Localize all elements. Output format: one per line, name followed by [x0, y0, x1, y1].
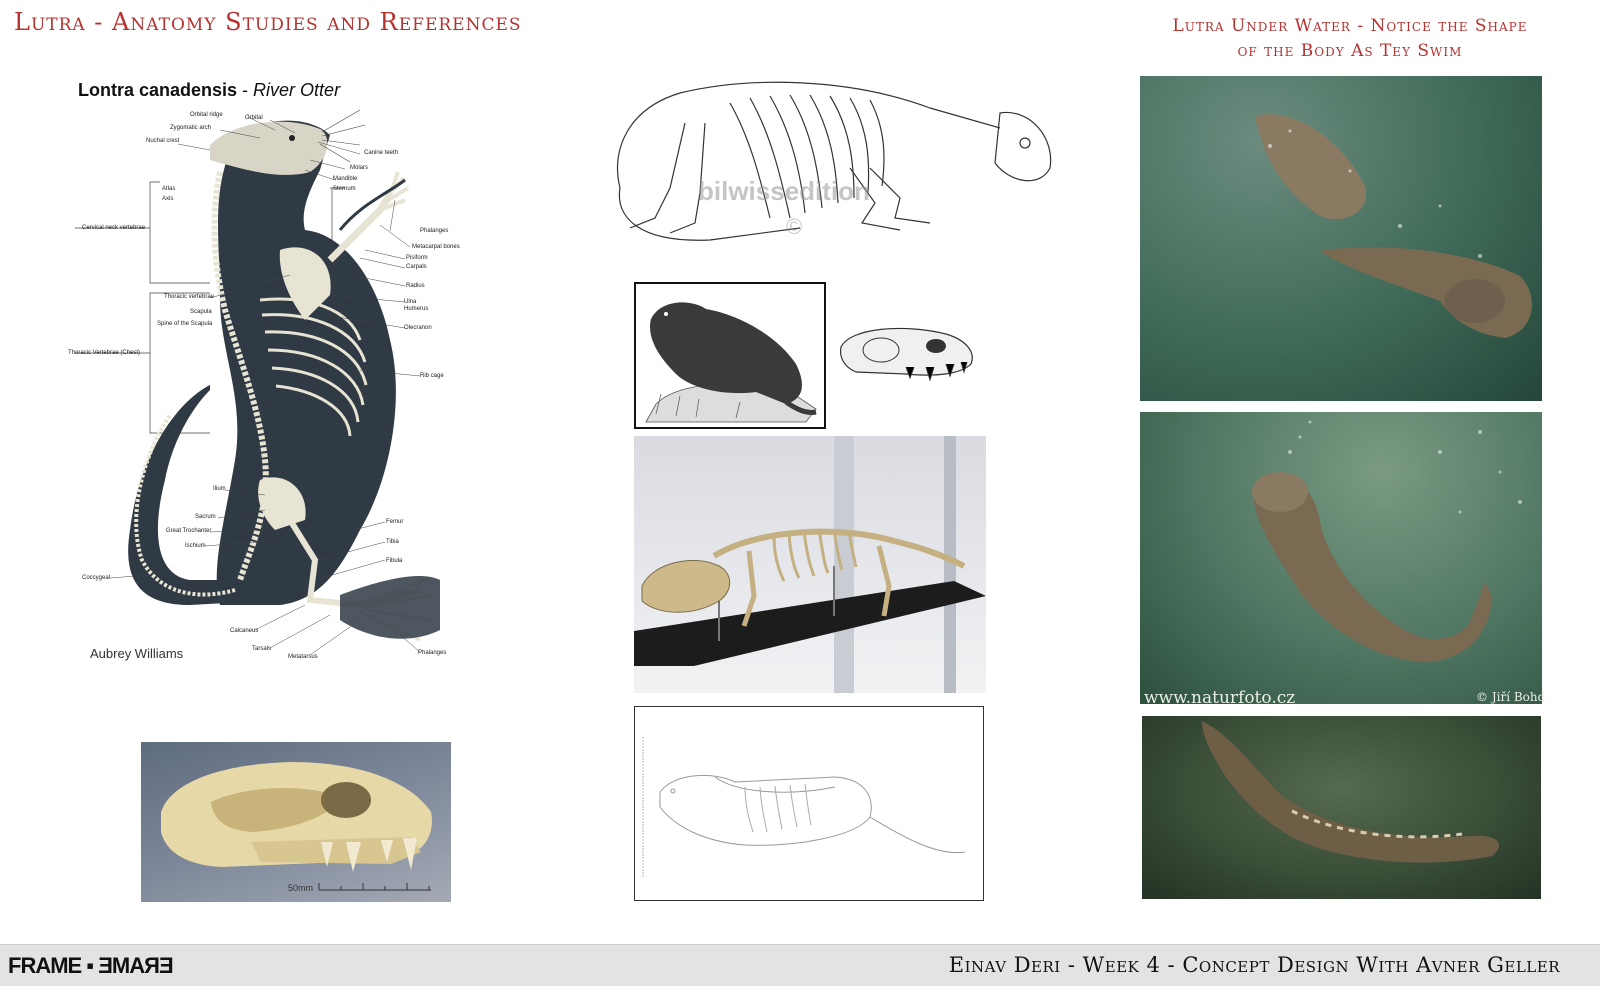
label-orbital: Orbital	[245, 115, 263, 121]
photo-url-watermark: www.naturfoto.cz	[1144, 688, 1296, 708]
label-carpals: Carpals	[406, 264, 427, 270]
label-tarsals: Tarsals	[252, 646, 272, 652]
label-metacarpal: Metacarpal bones	[412, 244, 460, 250]
label-zygomatic-arch: Zygomatic arch	[170, 125, 212, 131]
skeleton-sketch	[600, 68, 1060, 248]
label-olecranon: Olecranon	[404, 325, 432, 331]
otter-engraving	[634, 282, 826, 429]
label-scapula: Scapula	[190, 309, 212, 315]
label-axis: Axis	[162, 196, 174, 202]
watermark-symbol: ©	[786, 214, 803, 239]
frame-logo: FRAME ▪ ƎMAЯƎ	[8, 953, 174, 978]
label-orbital-ridge: Orbital ridge	[190, 112, 223, 118]
label-coccygeal: Coccygeal	[82, 575, 111, 581]
skull-sketch	[836, 322, 978, 384]
underwater-photo-2	[1140, 412, 1542, 704]
scale-label: 50mm	[288, 883, 314, 893]
page-title: Lutra - Anatomy Studies and References	[14, 8, 522, 36]
label-cervical: Cervical neck vertebrae	[82, 225, 146, 231]
label-pisiform: Pisiform	[406, 255, 428, 261]
label-canine-teeth: Canine teeth	[364, 150, 399, 156]
label-radius: Radius	[406, 283, 425, 289]
label-phalanges-top: Phalanges	[420, 228, 449, 234]
watermark-text: bilwissedition	[698, 176, 870, 206]
mounted-skeleton-svg	[634, 436, 986, 693]
label-metatarsus: Metatarsus	[288, 654, 318, 660]
footer-bar: FRAME ▪ ƎMAЯƎ Einav Deri - Week 4 - Conc…	[0, 944, 1600, 986]
otter-outline-sketch	[634, 706, 984, 901]
label-mandible: Mandible	[333, 176, 358, 182]
common-name: River Otter	[253, 80, 341, 100]
skull-sketch-svg	[839, 327, 973, 382]
underwater-photo-1-svg	[1255, 114, 1532, 338]
label-great-trochanter: Great Trochanter	[166, 528, 212, 534]
label-molars: Molars	[350, 165, 369, 171]
label-calcaneus: Calcaneus	[230, 628, 259, 634]
mounted-skeleton-photo	[634, 436, 986, 693]
underwater-caption-line2: of the Body As Tey Swim	[1237, 41, 1463, 61]
otter-anatomy-illustration	[60, 100, 480, 680]
illustration-credit: Aubrey Williams	[90, 646, 184, 661]
underwater-photo-2-svg	[1252, 420, 1522, 662]
underwater-photo-1	[1140, 76, 1542, 401]
label-femur: Femur	[386, 519, 404, 525]
label-ischium: Ischium	[185, 543, 206, 549]
label-sacrum: Sacrum	[195, 514, 216, 520]
label-fibula: Fibula	[386, 558, 403, 564]
anatomy-chart-title: Lontra canadensis - River Otter	[78, 80, 341, 100]
label-thoracic-chest: Thoracic Vertebrae (Chest)	[68, 350, 141, 356]
underwater-photo-3-svg	[1202, 721, 1500, 863]
label-nuchal-crest: Nuchal crest	[146, 138, 180, 144]
underwater-caption-line1: Lutra Under Water - Notice the Shape	[1172, 16, 1528, 36]
label-tibia: Tibia	[386, 539, 399, 545]
photo-copyright: © Jiří Bohd	[1476, 690, 1546, 704]
footer-credit: Einav Deri - Week 4 - Concept Design Wit…	[948, 953, 1560, 977]
label-ulna: Ulna	[404, 299, 417, 305]
label-ilium: Ilium	[213, 486, 226, 492]
otter-engraving-svg	[645, 302, 817, 423]
label-humerus: Humerus	[404, 306, 429, 312]
label-atlas: Atlas	[162, 186, 176, 192]
otter-skull-photo	[141, 742, 451, 902]
label-thoracic-vertebrae: Thoracic vertebrae	[164, 294, 215, 300]
underwater-photo-3	[1142, 716, 1541, 899]
skull-photo-svg	[161, 762, 432, 891]
underwater-caption: Lutra Under Water - Notice the Shape of …	[1140, 14, 1560, 64]
label-sternum: Sternum	[333, 186, 356, 192]
skeleton-sketch-svg	[616, 81, 1052, 241]
label-spine-scapula: Spine of the Scapula	[157, 321, 213, 327]
otter-anatomy-svg	[75, 109, 440, 656]
species-name: Lontra canadensis	[78, 80, 238, 100]
label-rib-cage: Rib cage	[420, 373, 444, 379]
outline-sketch-svg	[642, 737, 966, 877]
label-phalanges-bottom: Phalanges	[418, 650, 447, 656]
